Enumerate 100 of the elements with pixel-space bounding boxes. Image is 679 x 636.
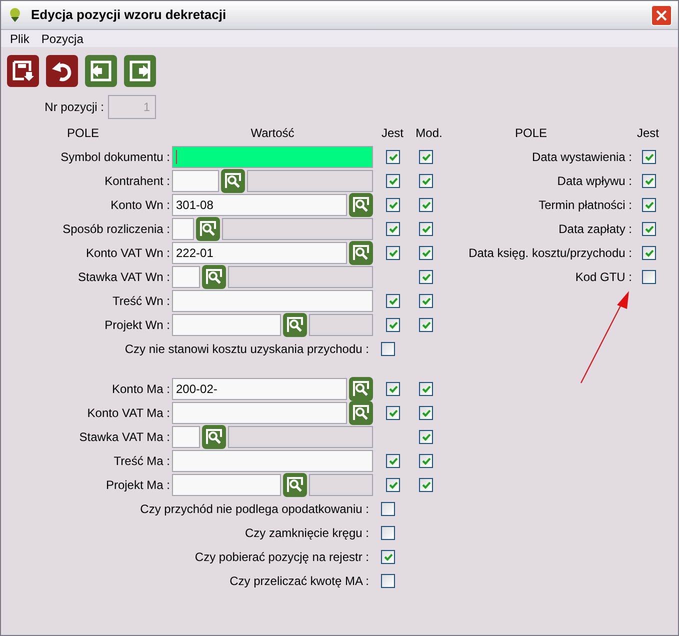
field-label: Kontrahent : (104, 173, 171, 190)
column-header: Wartość (250, 125, 296, 142)
checkmark-icon (644, 177, 654, 185)
search-button[interactable] (283, 473, 307, 497)
checkmark-icon (422, 153, 430, 161)
code-field[interactable] (172, 266, 200, 288)
account-field[interactable] (172, 402, 347, 424)
undo-icon (50, 59, 74, 83)
checkbox[interactable] (381, 526, 395, 540)
checkbox[interactable] (419, 150, 433, 164)
code-field[interactable] (172, 170, 219, 192)
checkbox[interactable] (419, 198, 433, 212)
search-icon (352, 196, 370, 214)
checkbox[interactable] (386, 294, 400, 308)
text-field[interactable] (172, 450, 373, 472)
checkbox[interactable] (386, 246, 400, 260)
checkbox[interactable] (642, 174, 656, 188)
checkmark-icon (422, 201, 430, 209)
checkbox[interactable] (381, 550, 395, 564)
checkbox[interactable] (386, 454, 400, 468)
code-field[interactable] (172, 426, 200, 448)
search-icon (205, 268, 223, 286)
search-button[interactable] (283, 313, 307, 337)
account-field[interactable]: 222-01 (172, 242, 347, 264)
checkmark-icon (388, 409, 398, 417)
search-button[interactable] (349, 401, 373, 425)
checkbox[interactable] (386, 222, 400, 236)
field-label: Treść Ma : (112, 453, 171, 470)
search-button[interactable] (196, 217, 220, 241)
field-label: Konto Ma : (110, 381, 171, 398)
search-icon (286, 476, 304, 494)
checkmark-icon (422, 385, 430, 393)
checkbox[interactable] (381, 342, 395, 356)
option-label: Czy przeliczać kwotę MA : (228, 573, 370, 590)
menu-item[interactable]: Plik (10, 30, 30, 48)
checkbox[interactable] (386, 382, 400, 396)
checkmark-icon (422, 225, 430, 233)
code-field[interactable] (172, 474, 281, 496)
column-header: Jest (380, 125, 404, 142)
checkbox[interactable] (419, 454, 433, 468)
checkmark-icon (422, 409, 430, 417)
checkbox[interactable] (419, 174, 433, 188)
search-button[interactable] (221, 169, 245, 193)
field-label: Konto VAT Wn : (84, 245, 171, 262)
checkbox[interactable] (419, 382, 433, 396)
save-button[interactable] (7, 55, 39, 87)
checkmark-icon (422, 273, 430, 281)
search-button[interactable] (349, 241, 373, 265)
checkbox[interactable] (386, 406, 400, 420)
checkbox[interactable] (642, 246, 656, 260)
column-header: Mod. (414, 125, 444, 142)
field-label: Data zapłaty : (558, 221, 633, 238)
window-title: Edycja pozycji wzoru dekretacji (31, 6, 228, 24)
undo-button[interactable] (46, 55, 78, 87)
checkbox[interactable] (642, 270, 656, 284)
field-label: Data księg. kosztu/przychodu : (468, 245, 633, 262)
checkbox[interactable] (386, 150, 400, 164)
checkmark-icon (422, 481, 430, 489)
checkmark-icon (388, 249, 398, 257)
option-label: Czy pobierać pozycję na rejestr : (194, 549, 370, 566)
checkbox[interactable] (419, 406, 433, 420)
checkbox[interactable] (642, 222, 656, 236)
checkbox[interactable] (386, 198, 400, 212)
checkbox[interactable] (419, 294, 433, 308)
code-field[interactable] (172, 218, 194, 240)
checkmark-icon (388, 321, 398, 329)
field-label: Kod GTU : (574, 269, 633, 286)
checkbox[interactable] (419, 270, 433, 284)
checkbox[interactable] (419, 222, 433, 236)
menu-item[interactable]: Pozycja (41, 30, 84, 48)
checkbox[interactable] (642, 150, 656, 164)
search-button[interactable] (202, 425, 226, 449)
search-button[interactable] (202, 265, 226, 289)
checkbox[interactable] (642, 198, 656, 212)
checkbox[interactable] (419, 246, 433, 260)
checkbox[interactable] (386, 174, 400, 188)
previous-button[interactable] (85, 55, 117, 87)
close-button[interactable] (651, 4, 672, 26)
account-field[interactable]: 200-02- (172, 378, 347, 400)
active-text-field[interactable] (172, 146, 373, 168)
checkbox[interactable] (386, 478, 400, 492)
checkmark-icon (388, 481, 398, 489)
option-label: Czy zamknięcie kręgu : (244, 525, 370, 542)
checkbox[interactable] (386, 318, 400, 332)
checkbox[interactable] (381, 574, 395, 588)
checkbox[interactable] (381, 502, 395, 516)
account-field[interactable]: 301-08 (172, 194, 347, 216)
search-button[interactable] (349, 377, 373, 401)
next-button[interactable] (124, 55, 156, 87)
search-button[interactable] (349, 193, 373, 217)
search-icon (199, 220, 217, 238)
text-field[interactable] (172, 290, 373, 312)
field-label: Nr pozycji : (44, 99, 105, 116)
checkbox[interactable] (419, 318, 433, 332)
code-field[interactable] (172, 314, 281, 336)
description-field (309, 474, 373, 496)
checkbox[interactable] (419, 430, 433, 444)
checkmark-icon (422, 457, 430, 465)
option-label: Czy przychód nie podlega opodatkowaniu : (139, 501, 370, 518)
checkbox[interactable] (419, 478, 433, 492)
